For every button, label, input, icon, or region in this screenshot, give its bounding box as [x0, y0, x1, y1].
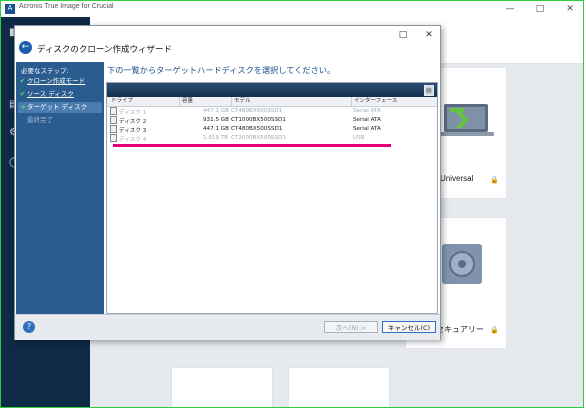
safe-icon	[442, 244, 482, 284]
step-label[interactable]: ソース ディスク	[27, 90, 74, 98]
disk-interface: Serial ATA	[353, 108, 381, 114]
cancel-button[interactable]: キャンセル(C)	[382, 321, 436, 333]
help-icon[interactable]: ?	[23, 321, 35, 333]
disk-drive-name: ディスク 4	[119, 137, 147, 143]
column-header-drive[interactable]: ドライブ	[109, 97, 179, 106]
disk-model: CT480BX500SSD1	[231, 108, 283, 114]
step-source-disk[interactable]: ✔ ソース ディスク	[18, 89, 102, 100]
disk-icon	[110, 107, 117, 115]
column-header-interface[interactable]: インターフェース	[351, 97, 437, 106]
wizard-maximize-button[interactable]: □	[393, 26, 413, 44]
acronis-logo-icon: A	[5, 4, 15, 14]
checkmark-icon: ✔	[19, 90, 26, 98]
lock-icon: 🔒	[490, 176, 499, 184]
checkmark-icon: ✔	[19, 77, 26, 85]
column-chooser-icon[interactable]: ▤	[424, 85, 434, 96]
step-label: 最終完了	[27, 116, 53, 124]
tile-bottom-1[interactable]	[171, 367, 273, 407]
disk-interface: Serial ATA	[353, 117, 381, 123]
disk-row[interactable]: ディスク 3 447.1 GB CT480BX500SSD1 Serial AT…	[107, 125, 437, 134]
disk-capacity: 931.5 GB	[203, 117, 229, 123]
disk-interface: USB	[353, 135, 365, 141]
tile-bottom-2[interactable]	[288, 367, 390, 407]
disk-model: CT1000BX500SSD1	[231, 117, 286, 123]
app-title: Acronis True Image for Crucial	[19, 3, 114, 10]
disk-list[interactable]: ▤ ドライブ 容量 モデル インターフェース ディスク 1 447.1 GB C…	[106, 82, 438, 314]
wizard-main-panel: 下の一覧からターゲットハードディスクを選択してください。 ▤ ドライブ 容量 モ…	[104, 62, 438, 314]
wizard-close-button[interactable]: ✕	[419, 26, 439, 44]
next-button[interactable]: 次へ(N) >	[324, 321, 378, 333]
disk-capacity: 447.1 GB	[203, 126, 229, 132]
back-arrow-icon[interactable]: ←	[19, 41, 32, 54]
step-finish: 最終完了	[18, 115, 102, 126]
wizard-title: ディスクのクローン作成ウィザード	[37, 45, 172, 55]
minimize-button[interactable]: —	[495, 1, 525, 17]
disk-model: CT480BX500SSD1	[231, 126, 283, 132]
column-header-model[interactable]: モデル	[231, 97, 351, 106]
tile-universal-label: Universal	[440, 174, 474, 183]
step-clone-mode[interactable]: ✔ クローン作成モード	[18, 76, 102, 87]
step-label[interactable]: クローン作成モード	[27, 77, 85, 85]
disk-row[interactable]: ディスク 2 931.5 GB CT1000BX500SSD1 Serial A…	[107, 116, 437, 125]
arrow-right-icon: ➜	[19, 103, 26, 111]
disk-row: ディスク 4 1.819 TB CT2000BX500SSD1 USB	[107, 134, 437, 143]
disk-model: CT2000BX500SSD1	[231, 135, 286, 141]
disk-capacity: 447.1 GB	[203, 108, 229, 114]
annotation-highlight	[113, 144, 391, 147]
step-label: ターゲット ディスク	[27, 103, 88, 111]
clone-disk-wizard: ← ディスクのクローン作成ウィザード □ ✕ 必要なステップ: ✔ クローン作成モ…	[14, 25, 441, 340]
disk-row: ディスク 1 447.1 GB CT480BX500SSD1 Serial AT…	[107, 107, 437, 116]
tile-security-label: セキュアリー	[436, 325, 484, 334]
lock-icon: 🔒	[490, 326, 499, 334]
disk-icon	[110, 125, 117, 133]
disk-interface: Serial ATA	[353, 126, 381, 132]
laptop-icon	[438, 104, 494, 136]
screenshot-frame: A Acronis True Image for Crucial — □ ✕ ◧…	[0, 0, 584, 408]
disk-icon	[110, 134, 117, 142]
steps-heading: 必要なステップ:	[21, 67, 69, 75]
instruction-text: 下の一覧からターゲットハードディスクを選択してください。	[107, 65, 336, 75]
maximize-button[interactable]: □	[525, 1, 555, 17]
column-header-capacity[interactable]: 容量	[179, 97, 231, 106]
wizard-titlebar: ← ディスクのクローン作成ウィザード □ ✕	[15, 26, 440, 62]
app-titlebar: A Acronis True Image for Crucial — □ ✕	[1, 1, 583, 17]
wizard-steps-panel: 必要なステップ: ✔ クローン作成モード ✔ ソース ディスク ➜ ターゲット ディス…	[16, 62, 104, 314]
close-button[interactable]: ✕	[555, 1, 583, 17]
disk-capacity: 1.819 TB	[203, 135, 229, 141]
step-target-disk[interactable]: ➜ ターゲット ディスク	[18, 102, 102, 113]
disk-icon	[110, 116, 117, 124]
wizard-footer: ? 次へ(N) > キャンセル(C)	[15, 314, 440, 340]
disk-list-header: ドライブ 容量 モデル インターフェース	[107, 97, 437, 107]
disk-list-toolbar: ▤	[107, 83, 437, 97]
